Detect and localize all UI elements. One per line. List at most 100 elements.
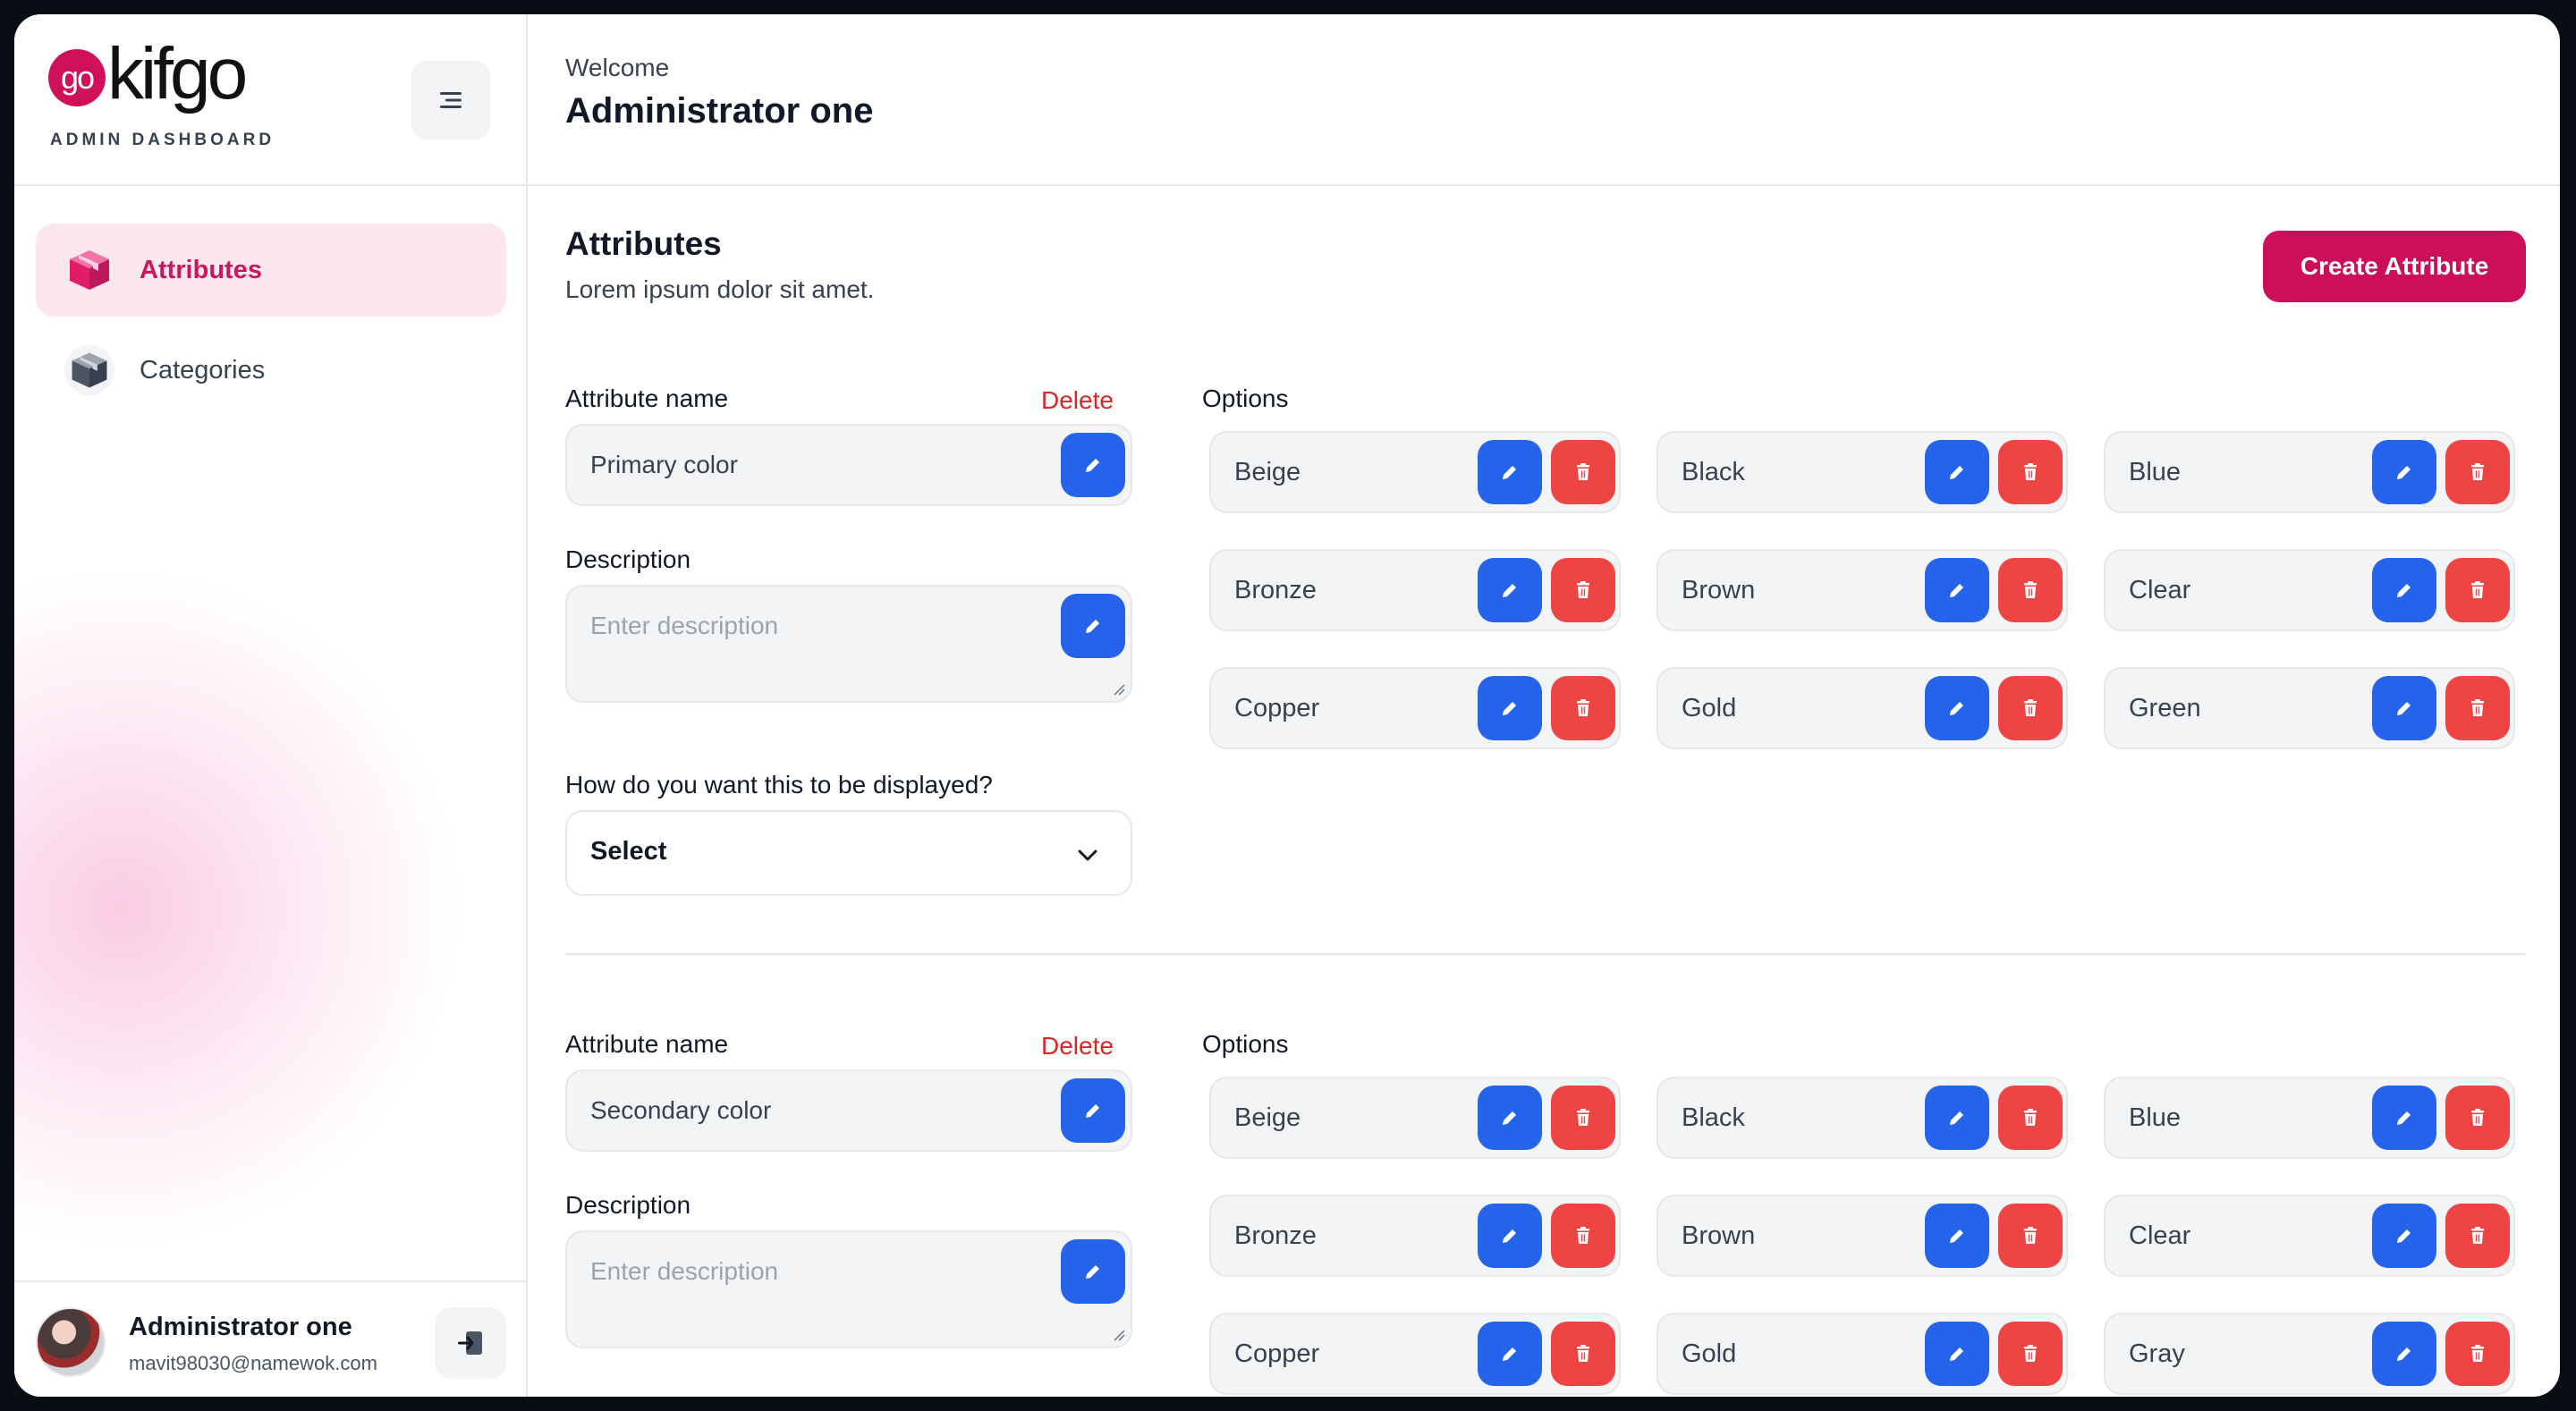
description-placeholder: Enter description (590, 612, 779, 639)
option-item: Blue (2104, 1077, 2515, 1159)
edit-description-button[interactable] (1061, 1239, 1125, 1304)
option-item: Brown (1657, 1195, 2068, 1277)
pencil-icon (1086, 620, 1099, 633)
option-label: Gray (2129, 1339, 2185, 1368)
edit-name-button[interactable] (1061, 433, 1125, 497)
delete-option-button[interactable] (1551, 1204, 1615, 1268)
option-item: Black (1657, 1077, 2068, 1159)
edit-option-button[interactable] (2372, 676, 2436, 740)
welcome-text: Welcome (565, 54, 670, 81)
avatar[interactable] (36, 1307, 106, 1377)
delete-option-button[interactable] (1551, 440, 1615, 504)
pencil-icon (1503, 1348, 1516, 1361)
delete-option-button[interactable] (1998, 1204, 2063, 1268)
delete-option-button[interactable] (1998, 440, 2063, 504)
trash-icon (2024, 1109, 2037, 1126)
resize-handle-icon[interactable] (1113, 1329, 1125, 1341)
option-item: Gold (1657, 1313, 2068, 1395)
delete-option-button[interactable] (1998, 1086, 2063, 1150)
option-label: Black (1682, 458, 1745, 486)
pencil-icon (2397, 466, 2411, 479)
option-item: Gray (2104, 1313, 2515, 1395)
edit-option-button[interactable] (2372, 558, 2436, 622)
edit-option-button[interactable] (2372, 1086, 2436, 1150)
create-attribute-button[interactable]: Create Attribute (2263, 231, 2526, 302)
edit-option-button[interactable] (1925, 558, 1989, 622)
delete-option-button[interactable] (1551, 558, 1615, 622)
edit-description-button[interactable] (1061, 594, 1125, 658)
sidebar-item-categories[interactable]: Categories (36, 324, 506, 417)
trash-icon (2024, 463, 2037, 480)
edit-option-button[interactable] (1478, 1086, 1542, 1150)
delete-option-button[interactable] (2445, 558, 2510, 622)
delete-option-button[interactable] (1551, 1322, 1615, 1386)
edit-option-button[interactable] (1478, 676, 1542, 740)
resize-handle-icon[interactable] (1113, 683, 1125, 696)
trash-icon (1577, 699, 1589, 716)
edit-option-button[interactable] (1478, 1322, 1542, 1386)
user-profile: Administrator one mavit98030@namewok.com (14, 1280, 526, 1397)
delete-attribute-link[interactable]: Delete (1041, 1032, 1114, 1060)
pencil-icon (1086, 1104, 1099, 1118)
delete-option-button[interactable] (2445, 676, 2510, 740)
edit-name-button[interactable] (1061, 1078, 1125, 1143)
edit-option-button[interactable] (1925, 676, 1989, 740)
delete-option-button[interactable] (1998, 676, 2063, 740)
trash-icon (2471, 1109, 2484, 1126)
pencil-icon (2397, 1111, 2411, 1125)
display-type-label: How do you want this to be displayed? (565, 771, 993, 798)
trash-icon (2024, 1345, 2037, 1362)
option-label: Blue (2129, 458, 2182, 486)
option-label: Brown (1682, 1221, 1756, 1250)
option-item: Green (2104, 667, 2515, 749)
delete-option-button[interactable] (1551, 1086, 1615, 1150)
option-item: Copper (1209, 1313, 1621, 1395)
delete-option-button[interactable] (1998, 1322, 2063, 1386)
sidebar-item-label: Categories (140, 355, 266, 384)
trash-icon (2024, 1227, 2037, 1244)
option-item: Gold (1657, 667, 2068, 749)
edit-option-button[interactable] (2372, 440, 2436, 504)
delete-option-button[interactable] (2445, 1204, 2510, 1268)
edit-option-button[interactable] (2372, 1322, 2436, 1386)
delete-option-button[interactable] (2445, 1086, 2510, 1150)
edit-option-button[interactable] (1925, 1322, 1989, 1386)
edit-option-button[interactable] (1478, 440, 1542, 504)
edit-option-button[interactable] (2372, 1204, 2436, 1268)
sidebar-item-attributes[interactable]: Attributes (36, 224, 506, 317)
attribute-name-field[interactable]: Primary color (565, 424, 1132, 506)
sidebar: go kifgo ADMIN DASHBOARD Attributes Cate… (14, 14, 528, 1397)
sidebar-nav: Attributes Categories (36, 224, 506, 424)
description-label: Description (565, 545, 691, 573)
edit-option-button[interactable] (1925, 1086, 1989, 1150)
menu-toggle-button[interactable] (411, 61, 490, 139)
delete-option-button[interactable] (2445, 440, 2510, 504)
display-type-select[interactable]: Select (565, 810, 1132, 896)
delete-option-button[interactable] (2445, 1322, 2510, 1386)
pencil-icon (1950, 1111, 1963, 1125)
logo[interactable]: go kifgo (48, 38, 248, 111)
logout-button[interactable] (435, 1307, 506, 1379)
trash-icon (2471, 581, 2484, 598)
delete-attribute-link[interactable]: Delete (1041, 386, 1114, 415)
pencil-icon (1950, 702, 1963, 715)
option-item: Brown (1657, 549, 2068, 631)
edit-option-button[interactable] (1478, 558, 1542, 622)
edit-option-button[interactable] (1925, 440, 1989, 504)
option-label: Bronze (1234, 576, 1317, 604)
trash-icon (2471, 1345, 2484, 1362)
delete-option-button[interactable] (1998, 558, 2063, 622)
attribute-name-label: Attribute name (565, 384, 729, 412)
edit-option-button[interactable] (1478, 1204, 1542, 1268)
chevron-down-icon (1078, 849, 1097, 861)
attribute-name-value: Secondary color (590, 1096, 772, 1124)
description-placeholder: Enter description (590, 1257, 779, 1285)
box-icon (64, 345, 114, 395)
description-field[interactable]: Enter description (565, 585, 1132, 703)
pencil-icon (1950, 1348, 1963, 1361)
edit-option-button[interactable] (1925, 1204, 1989, 1268)
attribute-name-field[interactable]: Secondary color (565, 1069, 1132, 1152)
description-field[interactable]: Enter description (565, 1230, 1132, 1348)
option-item: Bronze (1209, 549, 1621, 631)
delete-option-button[interactable] (1551, 676, 1615, 740)
